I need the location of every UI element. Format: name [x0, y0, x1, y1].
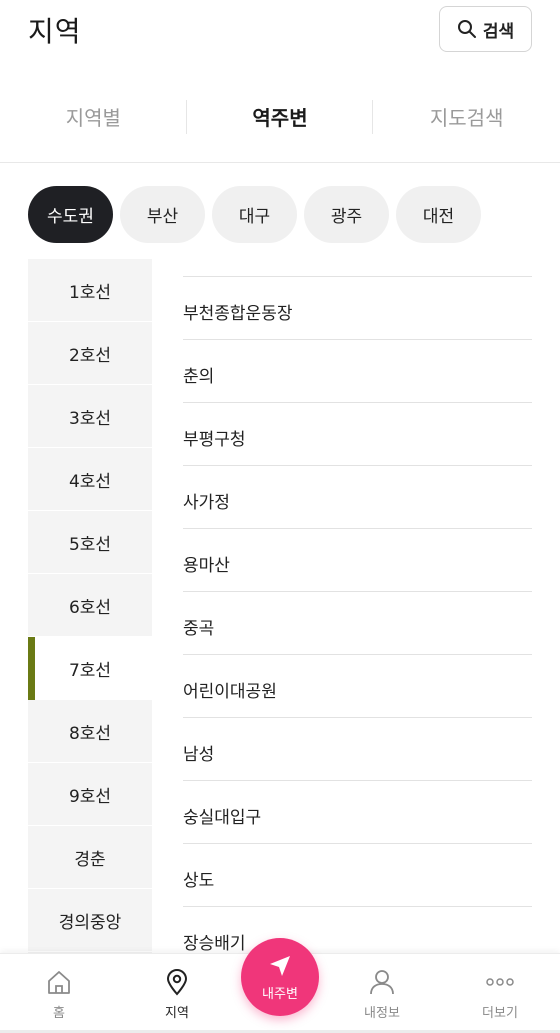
navigation-arrow-icon	[270, 955, 290, 976]
person-icon	[370, 970, 394, 995]
line-item-7-selected[interactable]: 7호선	[28, 637, 152, 700]
line-item-gyeongchun[interactable]: 경춘	[28, 826, 152, 889]
chip-daegu[interactable]: 대구	[212, 186, 297, 243]
line-item-1[interactable]: 1호선	[28, 259, 152, 322]
station-item[interactable]: 사가정	[183, 465, 532, 528]
nav-my-info-label: 내정보	[364, 1006, 400, 1021]
station-item[interactable]: 부평구청	[183, 402, 532, 465]
region-chips: 수도권 부산 대구 광주 대전	[28, 186, 481, 243]
line-item-6[interactable]: 6호선	[28, 574, 152, 637]
nearby-fab-label: 내주변	[262, 986, 298, 1002]
nav-more-label: 더보기	[482, 1006, 518, 1021]
tab-divider	[186, 100, 187, 134]
nav-my-info[interactable]: 내정보	[326, 954, 438, 1033]
line-item-2[interactable]: 2호선	[28, 322, 152, 385]
station-list: 부천종합운동장 춘의 부평구청 사가정 용마산 중곡 어린이대공원 남성 숭실대…	[183, 276, 532, 956]
page-title: 지역	[28, 15, 82, 48]
divider	[0, 162, 560, 163]
header: 지역 검색	[0, 0, 560, 64]
tab-by-region[interactable]: 지역별	[0, 84, 187, 148]
chip-daejeon[interactable]: 대전	[396, 186, 481, 243]
search-icon	[457, 20, 476, 38]
subway-line-list: 1호선 2호선 3호선 4호선 5호선 6호선 7호선 8호선 9호선 경춘 경…	[28, 259, 152, 953]
chip-busan[interactable]: 부산	[120, 186, 205, 243]
station-item[interactable]: 중곡	[183, 591, 532, 654]
chip-gwangju[interactable]: 광주	[304, 186, 389, 243]
station-item[interactable]: 용마산	[183, 528, 532, 591]
location-pin-icon	[166, 969, 188, 996]
line-item-9[interactable]: 9호선	[28, 763, 152, 826]
line-item-gyeongui-jungang[interactable]: 경의중앙	[28, 889, 152, 952]
line-item-5[interactable]: 5호선	[28, 511, 152, 574]
station-item[interactable]: 상도	[183, 843, 532, 906]
line-item-8[interactable]: 8호선	[28, 700, 152, 763]
nav-more[interactable]: 더보기	[444, 954, 556, 1033]
station-item[interactable]: 춘의	[183, 339, 532, 402]
station-item[interactable]: 남성	[183, 717, 532, 780]
nav-region[interactable]: 지역	[121, 954, 233, 1033]
station-item[interactable]: 부천종합운동장	[183, 276, 532, 339]
tab-bar: 지역별 역주변 지도검색	[0, 84, 560, 148]
chip-sudogwon[interactable]: 수도권	[28, 186, 113, 243]
tab-divider	[372, 100, 373, 134]
line-item-4[interactable]: 4호선	[28, 448, 152, 511]
station-item[interactable]: 장승배기	[183, 906, 532, 956]
nav-home[interactable]: 홈	[3, 954, 115, 1033]
nav-region-label: 지역	[165, 1006, 189, 1021]
station-item[interactable]: 어린이대공원	[183, 654, 532, 717]
tab-map-search[interactable]: 지도검색	[373, 84, 560, 148]
tab-nearby-station[interactable]: 역주변	[187, 84, 374, 148]
line-item-3[interactable]: 3호선	[28, 385, 152, 448]
search-button-label: 검색	[482, 21, 515, 42]
home-icon	[48, 971, 70, 994]
nearby-fab-button[interactable]: 내주변	[241, 938, 319, 1016]
more-dots-icon	[486, 978, 514, 986]
search-button[interactable]: 검색	[439, 6, 532, 52]
station-item[interactable]: 숭실대입구	[183, 780, 532, 843]
nav-home-label: 홈	[53, 1006, 65, 1021]
